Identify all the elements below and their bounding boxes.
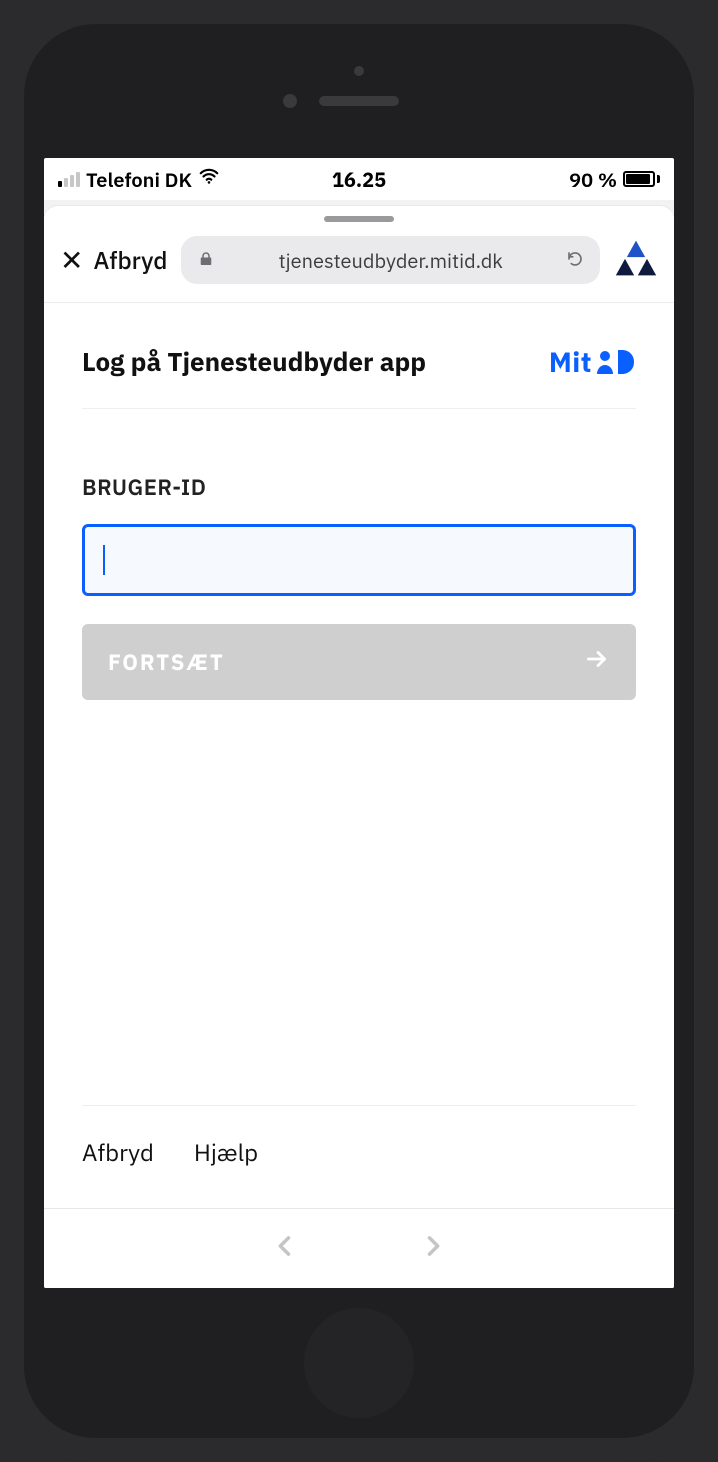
status-bar: Telefoni DK 16.25 90 % xyxy=(44,158,674,200)
footer-links: Afbryd Hjælp xyxy=(82,1105,636,1208)
footer-cancel-link[interactable]: Afbryd xyxy=(82,1136,154,1168)
url-text: tjenesteudbyder.mitid.dk xyxy=(225,247,556,274)
browser-toolbar: ✕ Afbryd tjenesteudbyder.mitid.dk xyxy=(44,228,674,303)
carrier-label: Telefoni DK xyxy=(86,166,192,193)
cancel-button-top[interactable]: Afbryd xyxy=(93,244,167,276)
user-id-label: BRUGER-ID xyxy=(82,473,636,502)
reload-icon[interactable] xyxy=(566,247,584,274)
close-icon[interactable]: ✕ xyxy=(60,246,83,274)
front-camera xyxy=(283,94,297,108)
address-bar[interactable]: tjenesteudbyder.mitid.dk xyxy=(181,236,600,284)
signal-icon xyxy=(58,172,80,187)
sheet-grabber[interactable] xyxy=(324,216,394,222)
clock: 16.25 xyxy=(259,166,460,193)
nav-forward-button[interactable] xyxy=(419,1232,447,1265)
screen: Telefoni DK 16.25 90 % xyxy=(44,158,674,1288)
mitid-icon xyxy=(596,348,636,376)
mitid-text: Mit xyxy=(549,343,592,380)
browser-sheet: ✕ Afbryd tjenesteudbyder.mitid.dk xyxy=(44,206,674,1288)
user-id-input[interactable] xyxy=(82,524,636,596)
wifi-icon xyxy=(198,165,220,193)
device-frame: Telefoni DK 16.25 90 % xyxy=(0,0,718,1462)
mitid-logo: Mit xyxy=(549,343,636,380)
battery-icon xyxy=(623,171,660,187)
continue-button[interactable]: FORTSÆT xyxy=(82,624,636,700)
continue-label: FORTSÆT xyxy=(108,648,225,677)
footer-help-link[interactable]: Hjælp xyxy=(194,1136,258,1168)
speaker-grille xyxy=(319,96,399,106)
login-form: Log på Tjenesteudbyder app Mit xyxy=(44,303,674,1208)
nav-back-button[interactable] xyxy=(271,1232,299,1265)
text-cursor xyxy=(103,545,105,575)
device-bezel: Telefoni DK 16.25 90 % xyxy=(24,24,694,1438)
page-title: Log på Tjenesteudbyder app xyxy=(82,345,426,379)
arrow-right-icon xyxy=(584,646,610,679)
provider-logo xyxy=(614,238,658,283)
browser-nav-bar xyxy=(44,1208,674,1288)
home-button[interactable] xyxy=(304,1308,414,1418)
lock-icon xyxy=(197,247,215,274)
sensor-dot xyxy=(354,66,364,76)
battery-percent: 90 % xyxy=(569,166,617,193)
